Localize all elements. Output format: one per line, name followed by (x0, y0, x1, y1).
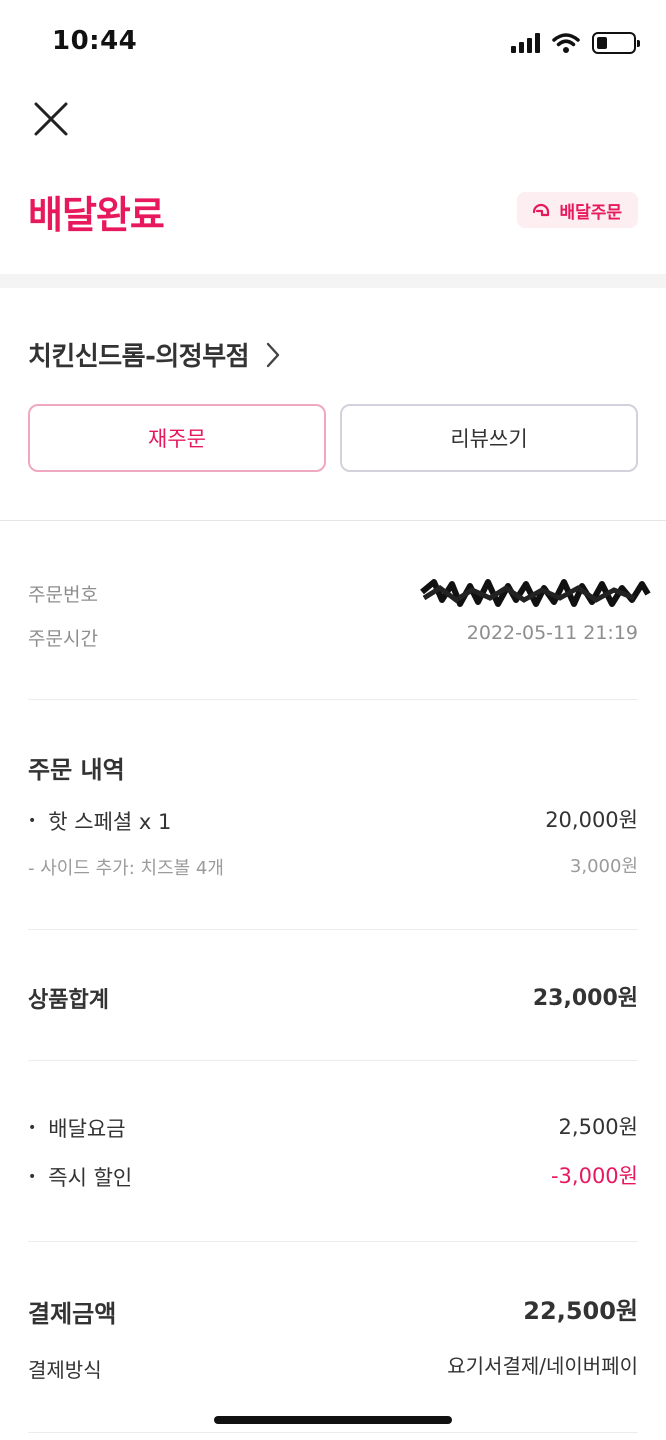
status-icons (511, 28, 640, 58)
section-divider (0, 274, 666, 288)
home-indicator[interactable] (214, 1416, 452, 1424)
payment-method-value: 요기서결제/네이버페이 (447, 1354, 638, 1378)
fee-item: • 즉시 할인 (28, 1162, 132, 1192)
order-item-name: 핫 스페셜 x 1 (48, 810, 172, 834)
order-type-badge: 배달주문 (517, 192, 638, 228)
divider (28, 1060, 638, 1061)
payment-total-label: 결제금액 (28, 1300, 117, 1328)
payment-total-value: 22,500원 (523, 1297, 638, 1325)
order-item-price: 20,000원 (545, 808, 638, 832)
badge-label: 배달주문 (559, 202, 622, 223)
redacted-order-number (420, 579, 651, 607)
divider (28, 1241, 638, 1242)
reorder-button[interactable]: 재주문 (28, 404, 326, 472)
store-link[interactable]: 치킨신드롬-의정부점 (28, 336, 281, 373)
write-review-button[interactable]: 리뷰쓰기 (340, 404, 638, 472)
order-item-option: - 사이드 추가: 치즈볼 4개 (28, 858, 224, 879)
battery-level (597, 37, 607, 49)
divider (28, 929, 638, 930)
wifi-icon (552, 33, 580, 53)
order-item-option-price: 3,000원 (569, 856, 638, 877)
bullet: • (28, 1169, 37, 1185)
instant-discount-label: 즉시 할인 (48, 1166, 133, 1190)
store-name: 치킨신드롬-의정부점 (28, 342, 250, 372)
payment-method-label: 결제방식 (28, 1358, 102, 1382)
subtotal-label: 상품합계 (28, 988, 109, 1013)
order-item: • 핫 스페셜 x 1 (28, 806, 171, 836)
order-time-value: 2022-05-11 21:19 (466, 622, 638, 644)
divider (0, 520, 666, 521)
delivery-fee-value: 2,500원 (558, 1115, 638, 1139)
order-number-label: 주문번호 (28, 584, 98, 606)
delivery-fee-label: 배달요금 (48, 1117, 126, 1141)
helmet-icon (533, 203, 550, 217)
close-button[interactable] (30, 98, 72, 140)
battery-icon (592, 32, 640, 54)
order-details-heading: 주문 내역 (28, 756, 125, 784)
page-title: 배달완료 (28, 193, 165, 237)
chevron-right-icon (266, 342, 280, 367)
bullet: • (28, 1120, 37, 1136)
close-icon (34, 102, 68, 136)
fee-item: • 배달요금 (28, 1113, 126, 1143)
subtotal-value: 23,000원 (532, 986, 638, 1011)
status-bar: 10:44 (0, 0, 666, 84)
cellular-signal-icon (511, 33, 540, 53)
status-time: 10:44 (52, 26, 138, 56)
instant-discount-value: -3,000원 (550, 1164, 638, 1188)
bullet: • (28, 813, 37, 829)
order-time-label: 주문시간 (28, 628, 98, 650)
divider (28, 699, 638, 700)
divider (28, 1432, 638, 1433)
